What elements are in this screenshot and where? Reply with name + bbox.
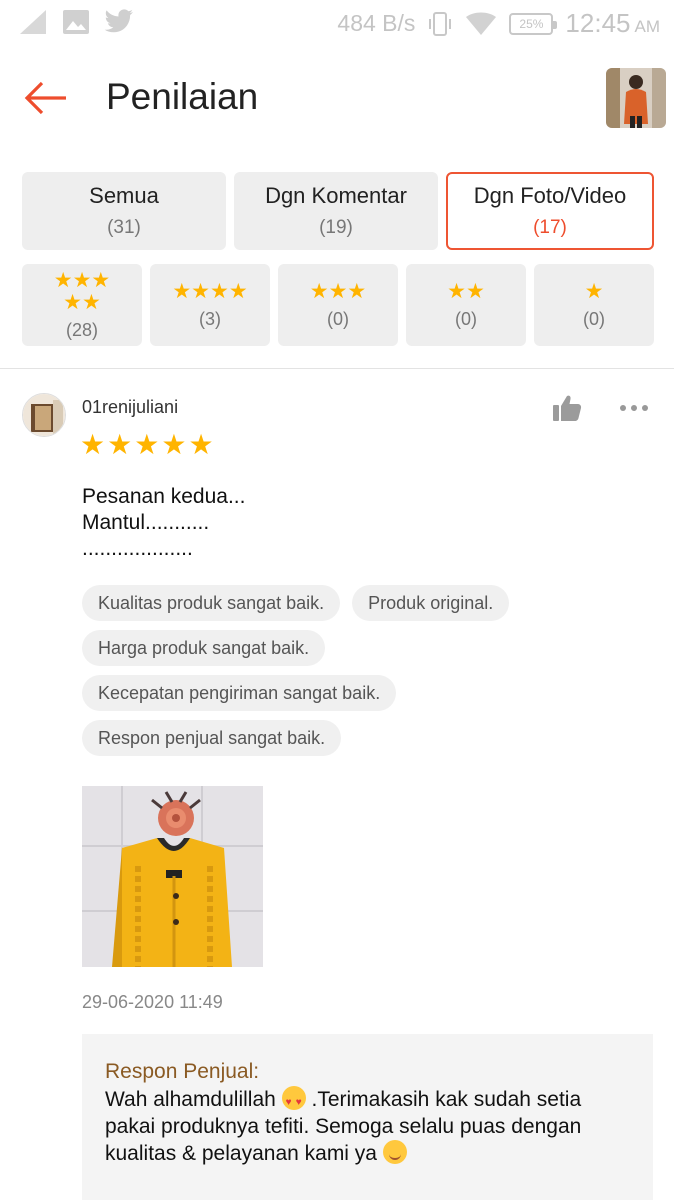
star-icon: ★ (82, 290, 101, 314)
network-speed: 484 B/s (337, 10, 416, 36)
review-tag: Harga produk sangat baik. (82, 630, 326, 666)
star-icon: ★ (347, 279, 367, 303)
star-icon: ★ (72, 268, 92, 292)
tab-label: Dgn Foto/Video (473, 183, 627, 208)
review-tag: Respon penjual sangat baik. (82, 720, 342, 756)
review-photo[interactable] (82, 786, 263, 967)
product-thumbnail[interactable] (606, 68, 666, 128)
battery-icon: 25% (509, 12, 558, 35)
back-button[interactable] (22, 74, 70, 122)
star-icon: ★ (53, 268, 73, 292)
star-rating: ★ ★ (447, 279, 485, 303)
tab-count: (0) (327, 308, 349, 329)
page-title: Penilaian (106, 76, 259, 117)
star-icon: ★ (228, 279, 248, 303)
star-icon: ★ (107, 429, 133, 460)
clock-ampm: AM (634, 16, 661, 36)
signal-icon (20, 10, 46, 34)
seller-response: Respon Penjual: Wah alhamdulillah .Terim… (82, 1034, 653, 1200)
header: Penilaian (0, 56, 674, 140)
more-options-icon[interactable] (620, 398, 656, 418)
smile-emoji-icon (382, 1140, 407, 1164)
review-tag: Kecepatan pengiriman sangat baik. (82, 675, 397, 711)
seller-response-text-part: Wah alhamdulillah (105, 1088, 282, 1111)
tab-semua[interactable]: Semua (31) (22, 172, 226, 250)
tab-label: Dgn Komentar (265, 183, 407, 208)
filter-tabs: Semua (31) Dgn Komentar (19) Dgn Foto/Vi… (22, 172, 654, 250)
arrow-left-icon (24, 81, 66, 115)
review-tag: Kualitas produk sangat baik. (82, 585, 341, 621)
tab-count: (19) (319, 217, 353, 238)
sweater-photo-icon (82, 786, 263, 967)
review-date: 29-06-2020 11:49 (82, 992, 223, 1012)
tab-dgn-foto-video[interactable]: Dgn Foto/Video (17) (446, 172, 654, 250)
reviewer-username: 01renijuliani (82, 397, 179, 417)
divider (0, 368, 674, 369)
star-filter-tabs: ★ ★ ★ ★ ★ (28) ★ ★ ★ ★ (3) ★ ★ ★ (0) ★ ★ (0) ★ (0) (22, 264, 654, 346)
star-rating: ★ ★ ★ ★ ★ (47, 268, 117, 314)
wifi-icon (466, 12, 497, 35)
review-text: Pesanan kedua... Mantul........... .....… (82, 485, 246, 560)
star-icon: ★ (466, 279, 485, 303)
clock: 12:45 (565, 8, 631, 38)
tab-3-stars[interactable]: ★ ★ ★ (0) (278, 264, 398, 346)
battery-level: 25% (519, 16, 544, 31)
review-rating: ★ ★ ★ ★ ★ (80, 430, 214, 460)
tab-4-stars[interactable]: ★ ★ ★ ★ (3) (150, 264, 270, 346)
heart-eyes-emoji-icon (281, 1086, 306, 1116)
star-icon: ★ (188, 429, 214, 460)
status-bar: 484 B/s 25% 12:45 AM (0, 0, 674, 48)
review-tag: Produk original. (352, 585, 510, 621)
tab-count: (0) (583, 308, 605, 329)
tab-2-stars[interactable]: ★ ★ (0) (406, 264, 526, 346)
twitter-icon (104, 9, 133, 33)
product-photo-icon (606, 68, 666, 128)
star-icon: ★ (161, 429, 187, 460)
star-icon: ★ (63, 290, 82, 314)
star-icon: ★ (80, 429, 106, 460)
star-icon: ★ (584, 279, 604, 303)
tab-count: (28) (65, 319, 98, 340)
star-icon: ★ (172, 279, 192, 303)
star-icon: ★ (447, 279, 466, 303)
star-icon: ★ (134, 429, 160, 460)
star-rating: ★ ★ ★ (309, 279, 367, 303)
star-icon: ★ (91, 268, 111, 292)
gallery-icon (63, 10, 89, 34)
star-icon: ★ (309, 279, 329, 303)
tab-count: (31) (107, 217, 141, 238)
review-tags: Kualitas produk sangat baik. Produk orig… (82, 585, 642, 765)
star-icon: ★ (210, 279, 229, 303)
tab-5-stars[interactable]: ★ ★ ★ ★ ★ (28) (22, 264, 142, 346)
star-icon: ★ (191, 279, 210, 303)
avatar[interactable] (22, 393, 66, 437)
tab-count: (0) (455, 308, 477, 329)
tab-label: Semua (89, 183, 159, 208)
tab-dgn-komentar[interactable]: Dgn Komentar (19) (234, 172, 438, 250)
thumbs-up-icon[interactable] (552, 394, 582, 422)
user-photo-icon (23, 394, 65, 436)
vibrate-icon (429, 11, 452, 36)
tab-count: (17) (533, 217, 567, 238)
star-rating: ★ ★ ★ ★ (172, 279, 248, 303)
tab-count: (3) (199, 308, 221, 329)
tab-1-star[interactable]: ★ (0) (534, 264, 654, 346)
star-rating: ★ (584, 279, 604, 303)
star-icon: ★ (328, 279, 348, 303)
seller-response-label: Respon Penjual: (105, 1060, 260, 1083)
seller-response-text: Wah alhamdulillah .Terimakasih kak sudah… (105, 1086, 631, 1167)
